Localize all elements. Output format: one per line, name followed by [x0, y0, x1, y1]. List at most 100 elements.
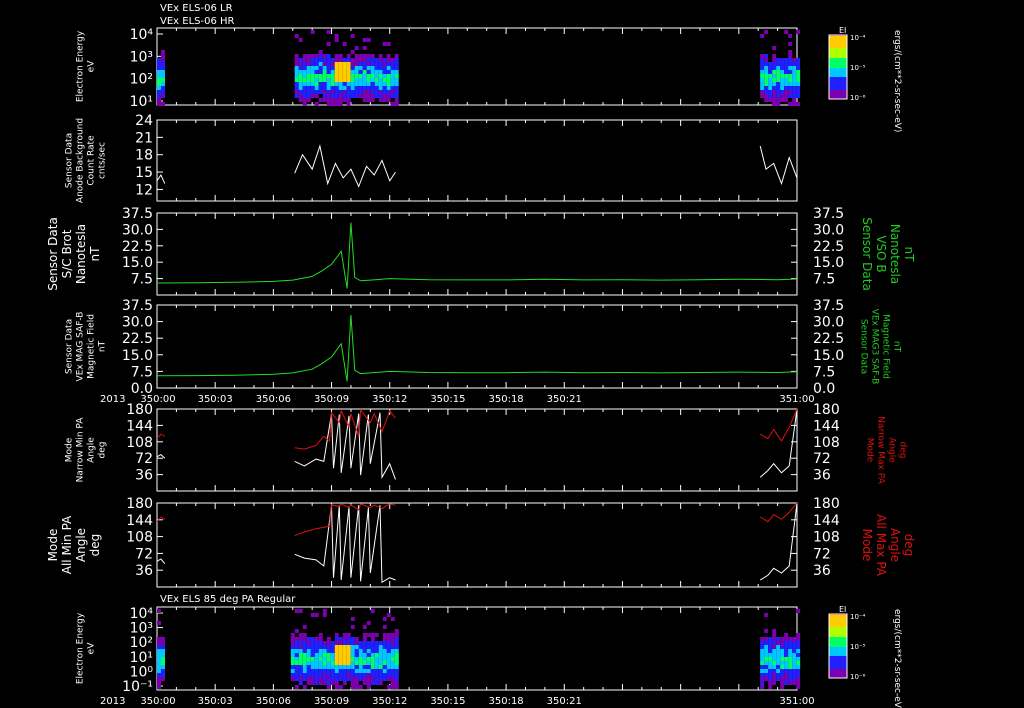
heatmap-cell — [378, 66, 383, 70]
heatmap-cell — [342, 669, 347, 673]
heatmap-cell — [350, 677, 355, 681]
heatmap-cell — [294, 645, 299, 649]
heatmap-cell — [764, 669, 769, 673]
heatmap-cell — [386, 94, 391, 98]
heatmap-cell — [310, 677, 315, 681]
y-axis-label-right-line: All Max PA — [874, 514, 888, 577]
heatmap-cell — [310, 74, 315, 78]
heatmap-cell — [354, 46, 359, 50]
heatmap-cell — [784, 653, 789, 657]
heatmap-cell — [382, 42, 387, 46]
heatmap-cell — [792, 94, 797, 98]
y-axis-label-line: Narrow Min PA — [76, 417, 86, 483]
heatmap-cell — [370, 86, 375, 90]
heatmap-cell — [370, 645, 375, 649]
heatmap-cell — [386, 657, 391, 661]
heatmap-cell — [772, 649, 777, 653]
heatmap-cell — [322, 669, 327, 673]
heatmap-cell — [298, 90, 303, 94]
heatmap-cell — [318, 649, 323, 653]
heatmap-cell — [362, 645, 367, 649]
heatmap-cell — [386, 633, 391, 637]
heatmap-cell — [318, 641, 323, 645]
y-axis-label-right-line: VSO B — [874, 235, 888, 272]
heatmap-cell — [350, 58, 355, 62]
heatmap-cell — [382, 86, 387, 90]
y-axis-label-right-line: Mode — [865, 438, 875, 463]
colorbar-title: EI — [839, 605, 846, 614]
heatmap-cell — [334, 38, 339, 42]
heatmap-cell — [784, 677, 789, 681]
heatmap-cell — [346, 70, 351, 74]
heatmap-cell — [784, 669, 789, 673]
heatmap-cell — [161, 102, 165, 106]
heatmap-cell — [796, 74, 801, 78]
heatmap-cell — [382, 653, 387, 657]
heatmap-cell — [290, 665, 295, 669]
heatmap-cell — [302, 633, 307, 637]
heatmap-cell — [776, 86, 781, 90]
time-tick-label: 350:12 — [372, 394, 407, 405]
heatmap-cell — [322, 657, 327, 661]
heatmap-cell — [310, 66, 315, 70]
heatmap-cell — [161, 669, 165, 673]
y-axis-label-line: Electron Energy — [76, 30, 86, 102]
heatmap-cell — [788, 645, 793, 649]
y-tick-label: 15.0 — [122, 348, 153, 364]
heatmap-cell — [342, 653, 347, 657]
heatmap-cell — [342, 58, 347, 62]
heatmap-cell — [330, 669, 335, 673]
y-tick-label: 37.5 — [122, 298, 153, 314]
heatmap-cell — [382, 661, 387, 665]
heatmap-cell — [306, 94, 311, 98]
heatmap-cell — [792, 637, 797, 641]
heatmap-cell — [764, 653, 769, 657]
heatmap-cell — [378, 681, 383, 685]
y-axis-label-line: Sensor Data — [46, 217, 60, 291]
heatmap-cell — [302, 62, 307, 66]
heatmap-cell — [358, 54, 363, 58]
heatmap-cell — [780, 669, 785, 673]
y-tick-label: 30.0 — [122, 315, 153, 331]
y-axis-label-line: deg — [88, 534, 102, 557]
heatmap-cell — [342, 681, 347, 685]
heatmap-cell — [374, 653, 379, 657]
heatmap-cell — [298, 38, 303, 42]
heatmap-cell — [768, 657, 773, 661]
heatmap-cell — [334, 637, 339, 641]
heatmap-cell — [350, 653, 355, 657]
heatmap-cell — [302, 66, 307, 70]
heatmap-cell — [788, 86, 793, 90]
heatmap-cell — [772, 645, 777, 649]
heatmap-cell — [302, 82, 307, 86]
heatmap-cell — [322, 665, 327, 669]
heatmap-cell — [366, 66, 371, 70]
heatmap-cell — [161, 86, 165, 90]
heatmap-cell — [362, 66, 367, 70]
y-tick-label: 12 — [135, 182, 153, 198]
heatmap-cell — [772, 681, 777, 685]
heatmap-cell — [390, 645, 395, 649]
y-axis-label-right-line: Mode — [860, 529, 874, 562]
y-tick-label-right: 7.5 — [813, 272, 835, 288]
heatmap-cell — [394, 681, 399, 685]
colorbar-tick-label: 10⁻⁵ — [850, 64, 866, 72]
heatmap-cell — [161, 657, 165, 661]
heatmap-cell — [390, 70, 395, 74]
heatmap-cell — [772, 669, 777, 673]
heatmap-cell — [792, 681, 797, 685]
heatmap-cell — [358, 78, 363, 82]
heatmap-cell — [334, 657, 339, 661]
panel7-title: VEx ELS 85 deg PA Regular — [160, 594, 296, 605]
time-tick-label: 350:06 — [256, 394, 291, 405]
heatmap-cell — [796, 94, 801, 98]
heatmap-cell — [374, 86, 379, 90]
heatmap-cell — [354, 661, 359, 665]
heatmap-cell — [157, 673, 161, 677]
heatmap-cell — [338, 669, 343, 673]
y-tick-label: 144 — [126, 418, 153, 434]
heatmap-cell — [314, 66, 319, 70]
heatmap-cell — [346, 665, 351, 669]
heatmap-cell — [772, 66, 777, 70]
heatmap-cell — [378, 669, 383, 673]
